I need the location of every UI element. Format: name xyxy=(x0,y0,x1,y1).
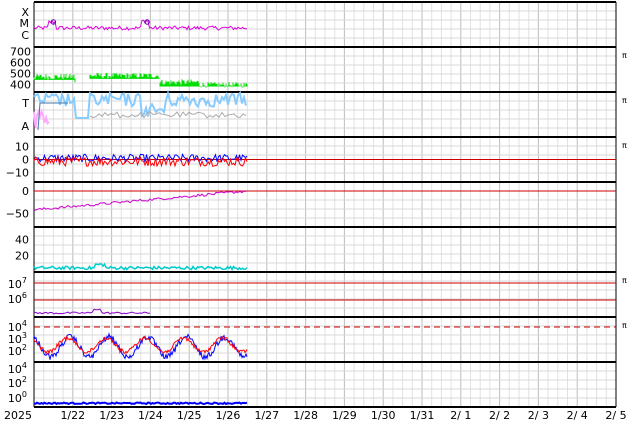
axis-tick-label: 20 xyxy=(15,250,29,263)
axis-tick-label: 0 xyxy=(22,154,29,167)
imf-bt-line xyxy=(33,89,247,119)
axis-tick-label: C xyxy=(21,29,29,42)
axis-tick-label: 107 xyxy=(8,276,27,291)
x-tick-label: 1/28 xyxy=(293,409,318,422)
space-weather-chart-stack: 2025 1/22 1/23 1/24 1/25 1/26 1/27 1/28 1/29 1/30… xyxy=(4,1,627,422)
x-tick-label: 1/31 xyxy=(410,409,435,422)
x-tick-label: 2/ 3 xyxy=(528,409,549,422)
imf-grey-line xyxy=(89,111,247,119)
axis-tick-label: 100 xyxy=(8,390,27,405)
x-tick-label: 1/26 xyxy=(216,409,241,422)
x-tick-label: 1/30 xyxy=(371,409,396,422)
vertical-grid xyxy=(33,2,617,407)
x-tick-label: 1/23 xyxy=(99,409,124,422)
x-tick-label: 2/ 5 xyxy=(605,409,626,422)
axis-tick-label: 0 xyxy=(22,185,29,198)
axis-tick-label: 104 xyxy=(8,361,27,376)
axis-tick-label: −50 xyxy=(6,208,29,221)
dst-line xyxy=(33,190,247,212)
axis-tick-label: 400 xyxy=(10,78,31,91)
axis-tick-label: 102 xyxy=(8,375,27,390)
axis-tick-label: 106 xyxy=(8,291,27,306)
right-marker-proton-flux: π xyxy=(622,321,627,330)
right-marker-electron-flux: π xyxy=(622,276,627,285)
axis-tick-label: −10 xyxy=(6,167,29,180)
x-tick-label: 1/29 xyxy=(332,409,357,422)
right-marker-imf-bz: π xyxy=(622,141,627,150)
x-tick-label: 2025 xyxy=(4,409,32,422)
x-tick-label: 1/24 xyxy=(138,409,163,422)
x-tick-label: 1/27 xyxy=(254,409,279,422)
x-tick-label: 1/25 xyxy=(177,409,202,422)
axis-tick-label: 40 xyxy=(15,233,29,246)
x-tick-label: 2/ 1 xyxy=(450,409,471,422)
right-marker-imf-bt: π xyxy=(622,96,627,105)
axis-tick-label: T xyxy=(21,97,29,110)
imf-b-alt-line xyxy=(33,108,50,129)
x-tick-label: 2/ 2 xyxy=(489,409,510,422)
axis-tick-label: 10 xyxy=(15,140,29,153)
right-marker-wind-speed: π xyxy=(622,51,627,60)
axis-tick-label: A xyxy=(21,120,29,133)
x-tick-label: 2/ 4 xyxy=(567,409,588,422)
axis-tick-label: 102 xyxy=(8,343,27,358)
x-tick-label: 1/22 xyxy=(60,409,85,422)
